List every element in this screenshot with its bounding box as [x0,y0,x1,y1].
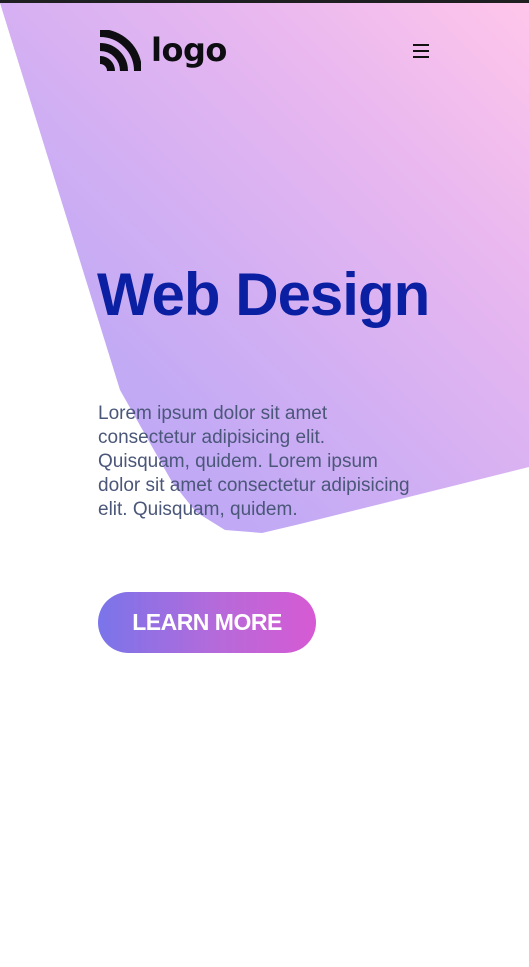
logo-text: logo [151,30,227,69]
hamburger-menu-icon[interactable] [409,40,433,62]
hero-description: Lorem ipsum dolor sit amet consectetur a… [98,403,410,520]
top-border [0,0,529,3]
learn-more-button[interactable]: LEARN MORE [98,592,316,653]
rss-feed-icon [99,29,141,71]
logo-link[interactable]: logo [97,29,227,74]
hero-title: Web Design [97,261,430,328]
